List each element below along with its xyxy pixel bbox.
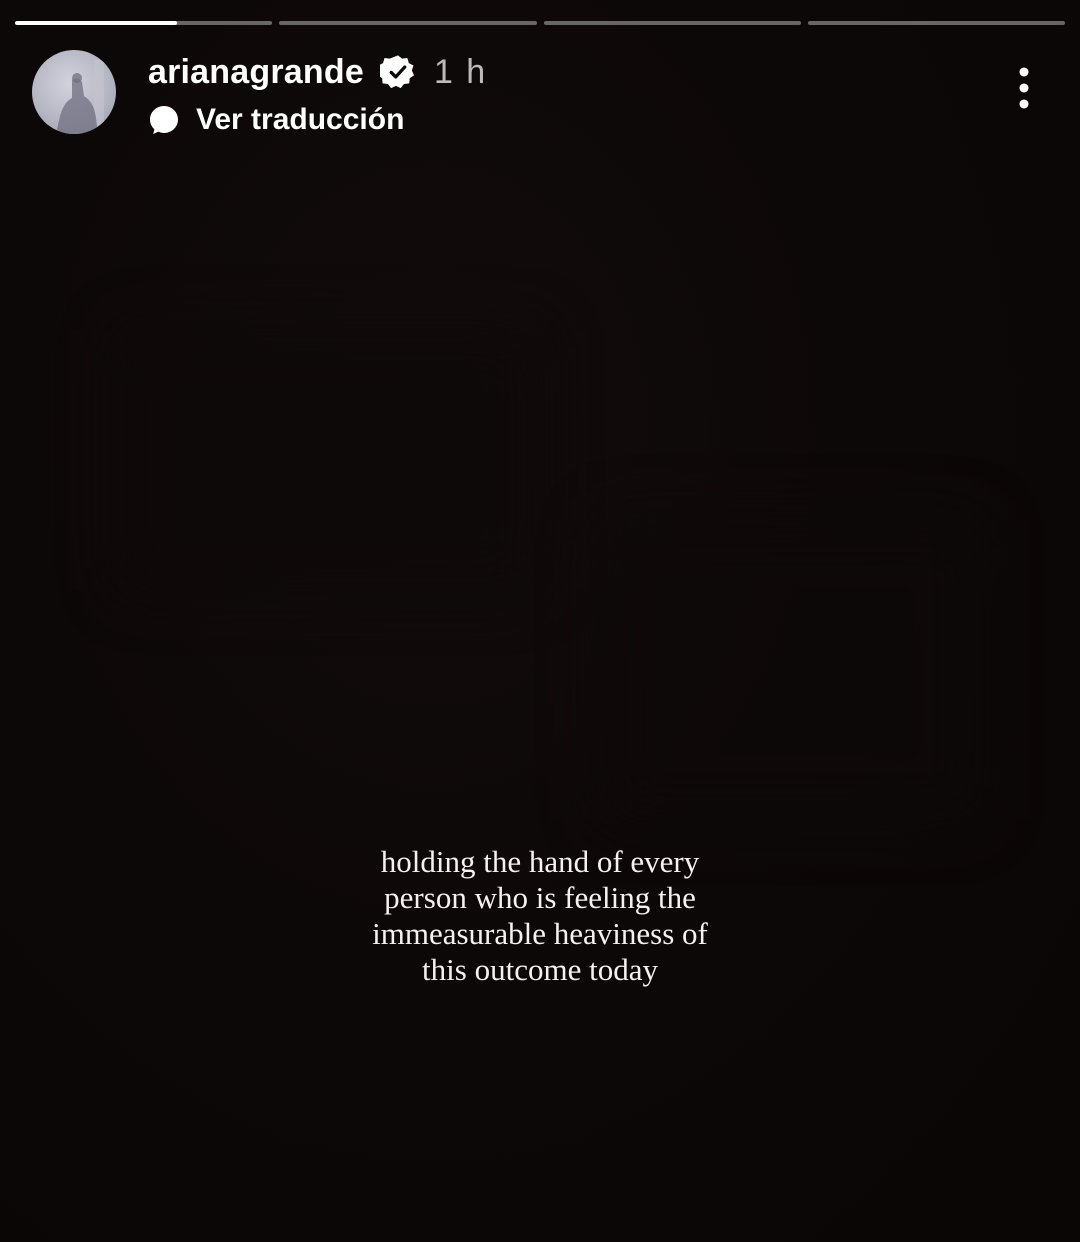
story-viewer[interactable]: arianagrande 1 h Ver traducción holding … [0, 0, 1080, 1242]
background-shade [600, 520, 980, 820]
caption-line: this outcome today [422, 952, 658, 987]
profile-avatar[interactable] [32, 50, 116, 134]
user-row: arianagrande 1 h [148, 50, 487, 94]
progress-segment [279, 21, 537, 25]
background-shade [120, 330, 540, 590]
story-caption: holding the hand of every person who is … [0, 844, 1080, 988]
progress-segment [807, 21, 1065, 25]
caption-line: person who is feeling the [384, 880, 696, 915]
verified-badge-icon [377, 54, 416, 90]
translate-label: Ver traducción [196, 103, 405, 136]
story-progress-bar [15, 21, 1065, 26]
progress-segment [15, 21, 273, 25]
progress-segment [543, 21, 801, 25]
post-time: 1 h [433, 52, 488, 91]
translate-button[interactable]: Ver traducción [148, 100, 404, 140]
more-options-icon[interactable] [1010, 66, 1038, 114]
caption-line: holding the hand of every [380, 844, 700, 879]
username[interactable]: arianagrande [148, 53, 364, 92]
story-header: arianagrande 1 h Ver traducción [32, 50, 1048, 140]
progress-fill [15, 21, 178, 25]
avatar-silhouette-icon [56, 60, 104, 134]
speech-bubble-icon [148, 104, 180, 136]
caption-line: immeasurable heaviness of [372, 916, 708, 951]
